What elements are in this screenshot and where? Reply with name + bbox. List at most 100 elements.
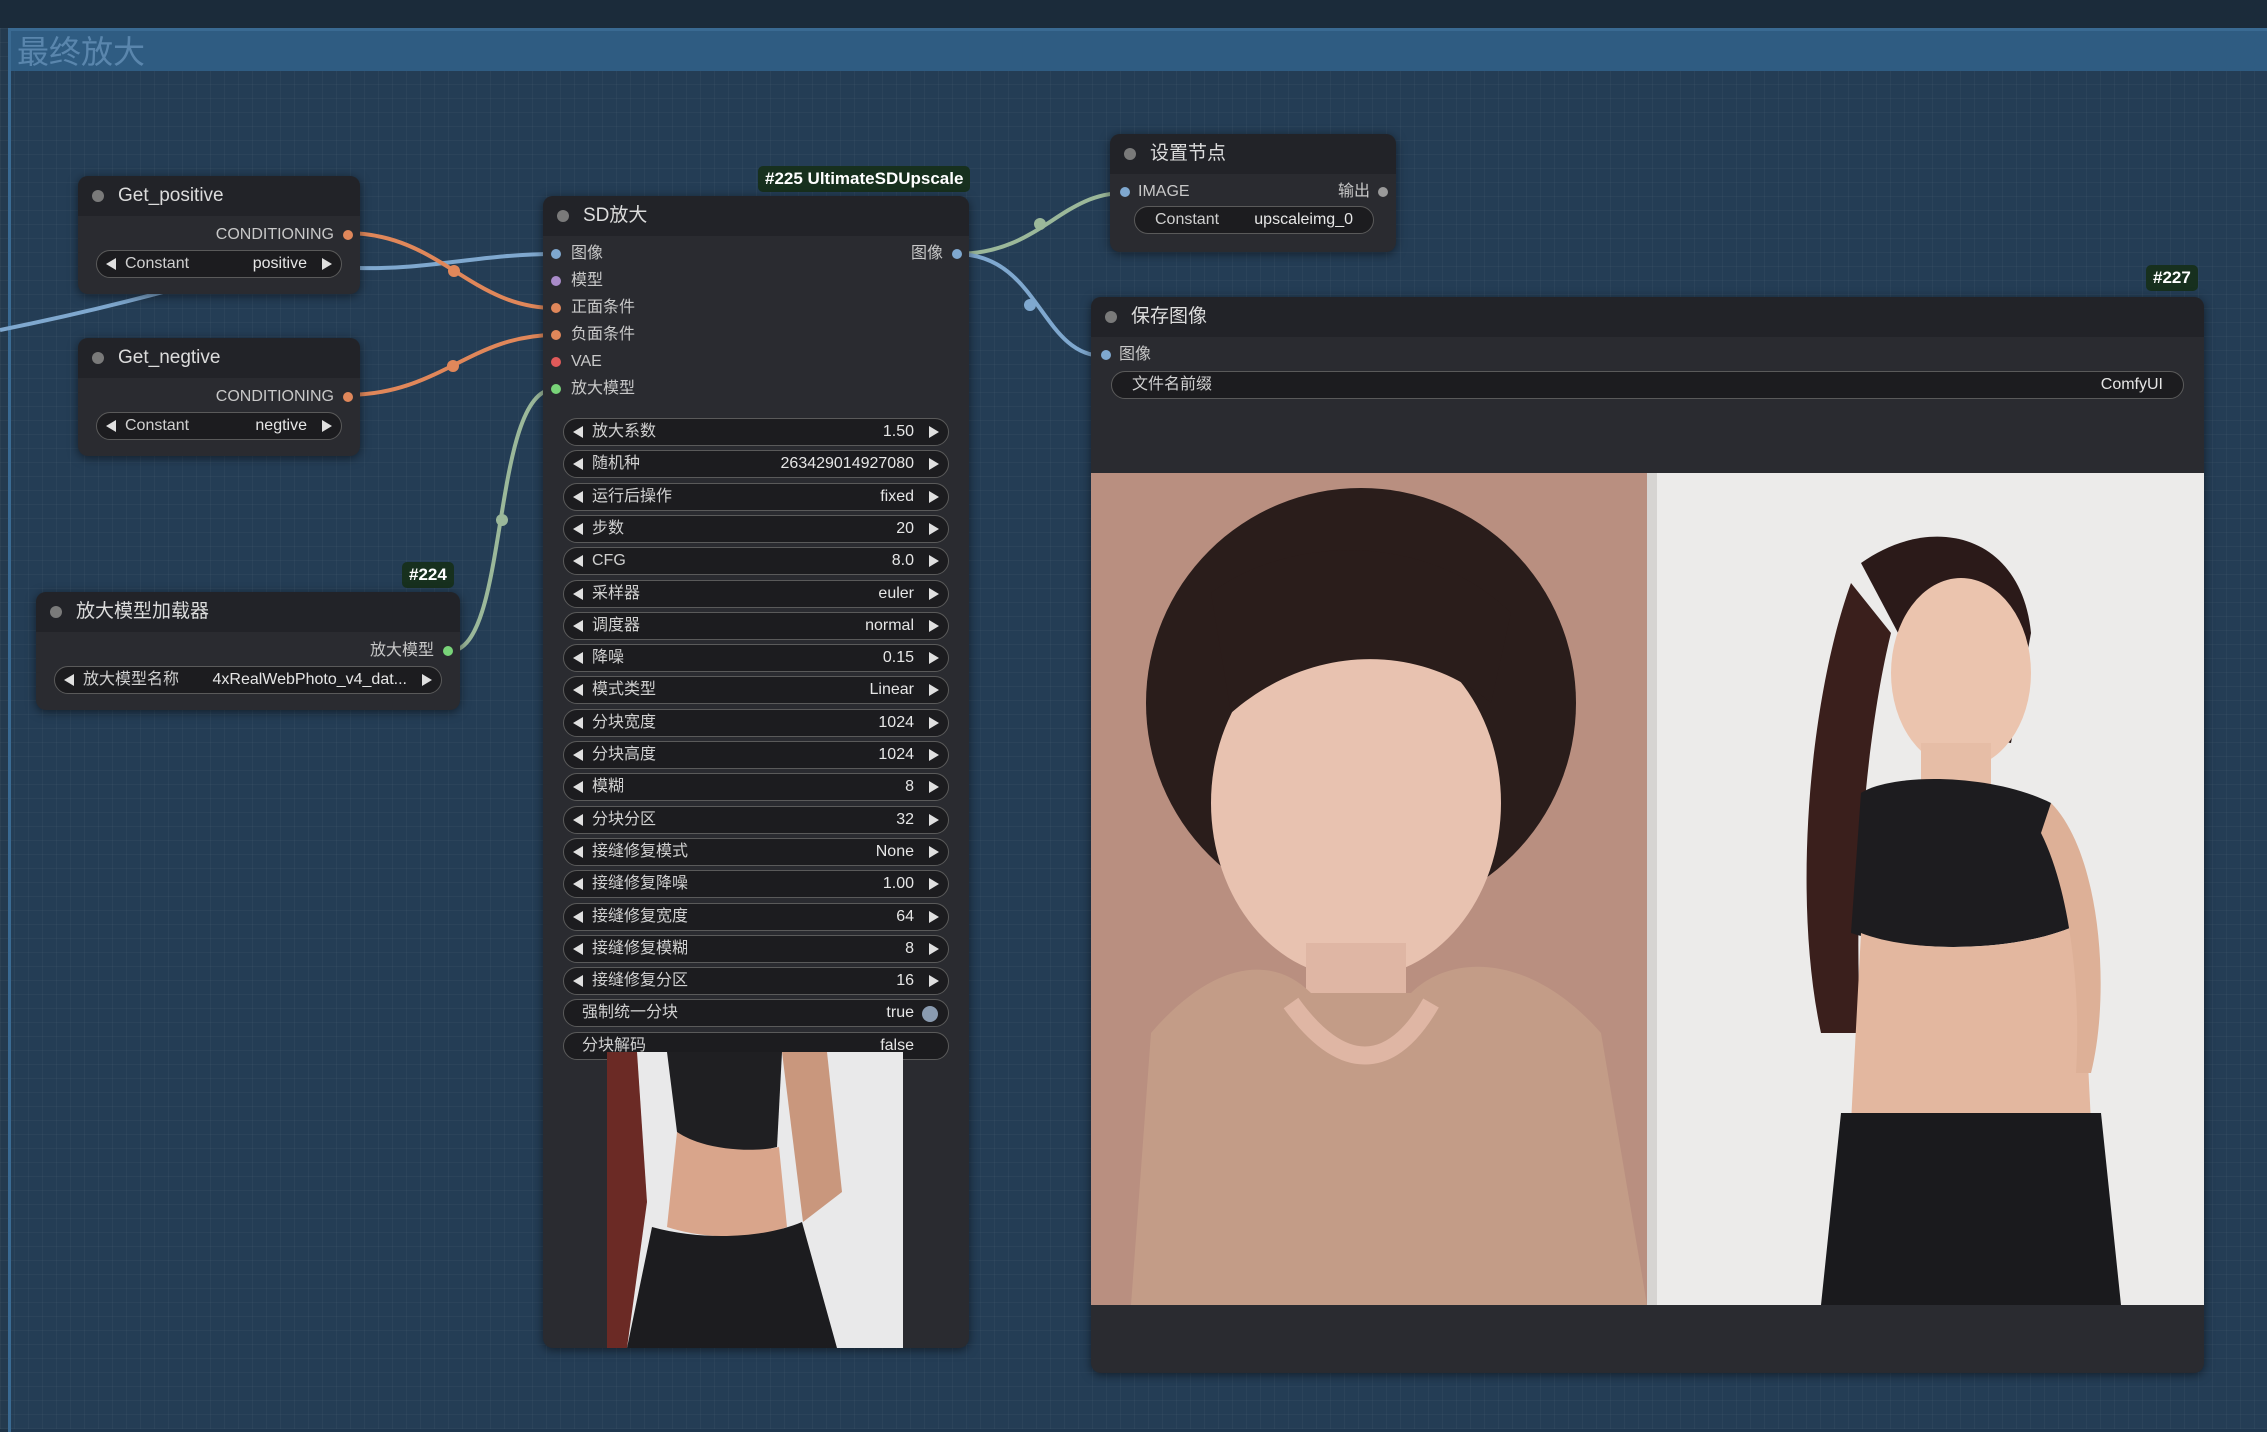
input-slot-image[interactable] — [551, 249, 561, 259]
node-set-node[interactable]: 设置节点 IMAGE 输出 Constant upscaleimg_0 — [1110, 134, 1396, 252]
constant-combo[interactable]: Constant negtive — [96, 412, 342, 440]
arrow-right-icon[interactable] — [929, 716, 939, 729]
arrow-right-icon[interactable] — [929, 458, 939, 471]
collapse-dot-icon[interactable] — [92, 352, 104, 364]
arrow-right-icon[interactable] — [929, 910, 939, 923]
arrow-left-icon[interactable] — [573, 490, 583, 503]
model-name-combo[interactable]: 放大模型名称 4xRealWebPhoto_v4_dat... — [54, 666, 442, 694]
input-slot-model[interactable] — [551, 276, 561, 286]
input-slot-image[interactable] — [1120, 187, 1130, 197]
widget-row[interactable]: 接缝修复模式 None — [563, 837, 949, 866]
arrow-left-icon[interactable] — [573, 942, 583, 955]
widget-row[interactable]: 接缝修复分区 16 — [563, 967, 949, 996]
widget-row[interactable]: 分块宽度 1024 — [563, 708, 949, 737]
widget-row[interactable]: 接缝修复降噪 1.00 — [563, 870, 949, 899]
arrow-right-icon[interactable] — [929, 490, 939, 503]
arrow-right-icon[interactable] — [929, 522, 939, 535]
constant-combo[interactable]: Constant positive — [96, 250, 342, 278]
collapse-dot-icon[interactable] — [1124, 148, 1136, 160]
node-title-bar[interactable]: 设置节点 — [1110, 134, 1396, 174]
widget-row[interactable]: 步数 20 — [563, 514, 949, 543]
arrow-right-icon[interactable] — [929, 845, 939, 858]
arrow-left-icon[interactable] — [573, 878, 583, 891]
widget-row[interactable]: 降噪 0.15 — [563, 644, 949, 673]
arrow-right-icon[interactable] — [929, 555, 939, 568]
widget-row[interactable]: 随机种 263429014927080 — [563, 450, 949, 479]
input-slot-image[interactable] — [1101, 350, 1111, 360]
toggle-knob-icon[interactable] — [922, 1006, 938, 1023]
widget-row[interactable]: 运行后操作 fixed — [563, 482, 949, 511]
widget-row[interactable]: 采样器 euler — [563, 579, 949, 608]
arrow-right-icon[interactable] — [929, 749, 939, 761]
reroute-dot[interactable] — [447, 360, 459, 372]
arrow-right-icon[interactable] — [422, 674, 432, 686]
node-title-bar[interactable]: SD放大 — [543, 196, 969, 236]
widget-row[interactable]: 分块分区 32 — [563, 805, 949, 834]
collapse-dot-icon[interactable] — [1105, 311, 1117, 323]
arrow-right-icon[interactable] — [929, 684, 939, 697]
input-slot-vae[interactable] — [551, 357, 561, 367]
collapse-dot-icon[interactable] — [557, 210, 569, 222]
arrow-left-icon[interactable] — [573, 426, 583, 438]
node-ultimate-sd-upscale[interactable]: SD放大 图像 模型 正面条件 负面条件 VAE 放大模型 图像 放大系数 1.5… — [543, 196, 969, 1348]
arrow-left-icon[interactable] — [106, 420, 116, 432]
output-slot[interactable] — [443, 646, 453, 656]
filename-prefix-field[interactable]: 文件名前缀 ComfyUI — [1111, 371, 2184, 399]
output-slot-image[interactable] — [952, 249, 962, 259]
arrow-left-icon[interactable] — [573, 975, 583, 988]
arrow-left-icon[interactable] — [573, 845, 583, 858]
toggle-row[interactable]: 强制统一分块 true — [563, 999, 949, 1028]
widget-row[interactable]: 放大系数 1.50 — [563, 418, 949, 446]
collapse-dot-icon[interactable] — [50, 606, 62, 618]
node-get-positive[interactable]: Get_positive CONDITIONING Constant posit… — [78, 176, 360, 294]
input-slot-upscale-model[interactable] — [551, 384, 561, 394]
arrow-right-icon[interactable] — [322, 258, 332, 270]
arrow-right-icon[interactable] — [929, 975, 939, 988]
arrow-left-icon[interactable] — [573, 749, 583, 761]
arrow-left-icon[interactable] — [573, 522, 583, 535]
arrow-left-icon[interactable] — [64, 674, 74, 686]
widget-row[interactable]: 模糊 8 — [563, 773, 949, 802]
arrow-left-icon[interactable] — [573, 684, 583, 697]
arrow-left-icon[interactable] — [573, 910, 583, 923]
node-upscale-model-loader[interactable]: 放大模型加载器 放大模型 放大模型名称 4xRealWebPhoto_v4_da… — [36, 592, 460, 710]
output-slot[interactable] — [343, 392, 353, 402]
arrow-left-icon[interactable] — [106, 258, 116, 270]
node-get-negtive[interactable]: Get_negtive CONDITIONING Constant negtiv… — [78, 338, 360, 456]
reroute-dot[interactable] — [448, 265, 460, 277]
node-title-bar[interactable]: 保存图像 — [1091, 297, 2204, 337]
reroute-dot[interactable] — [1034, 218, 1046, 230]
arrow-right-icon[interactable] — [322, 420, 332, 432]
arrow-right-icon[interactable] — [929, 781, 939, 794]
reroute-dot[interactable] — [1024, 299, 1036, 311]
widget-row[interactable]: 分块高度 1024 — [563, 741, 949, 769]
node-title-bar[interactable]: Get_negtive — [78, 338, 360, 378]
arrow-right-icon[interactable] — [929, 652, 939, 665]
arrow-left-icon[interactable] — [573, 716, 583, 729]
arrow-right-icon[interactable] — [929, 878, 939, 891]
collapse-dot-icon[interactable] — [92, 190, 104, 202]
widget-row[interactable]: 接缝修复模糊 8 — [563, 934, 949, 963]
input-slot-positive[interactable] — [551, 303, 561, 313]
arrow-right-icon[interactable] — [929, 426, 939, 438]
node-title-bar[interactable]: 放大模型加载器 — [36, 592, 460, 632]
arrow-right-icon[interactable] — [929, 942, 939, 955]
input-slot-negative[interactable] — [551, 330, 561, 340]
constant-text-field[interactable]: Constant upscaleimg_0 — [1134, 206, 1374, 234]
widget-row[interactable]: CFG 8.0 — [563, 547, 949, 576]
node-save-image[interactable]: 保存图像 图像 文件名前缀 ComfyUI — [1091, 297, 2204, 1373]
arrow-right-icon[interactable] — [929, 619, 939, 632]
arrow-left-icon[interactable] — [573, 458, 583, 471]
arrow-right-icon[interactable] — [929, 813, 939, 826]
widget-row[interactable]: 模式类型 Linear — [563, 676, 949, 705]
arrow-right-icon[interactable] — [929, 587, 939, 600]
arrow-left-icon[interactable] — [573, 781, 583, 794]
arrow-left-icon[interactable] — [573, 555, 583, 568]
reroute-dot[interactable] — [496, 514, 508, 526]
node-title-bar[interactable]: Get_positive — [78, 176, 360, 216]
output-slot[interactable] — [343, 230, 353, 240]
arrow-left-icon[interactable] — [573, 619, 583, 632]
widget-row[interactable]: 接缝修复宽度 64 — [563, 902, 949, 931]
output-slot[interactable] — [1378, 187, 1388, 197]
arrow-left-icon[interactable] — [573, 587, 583, 600]
